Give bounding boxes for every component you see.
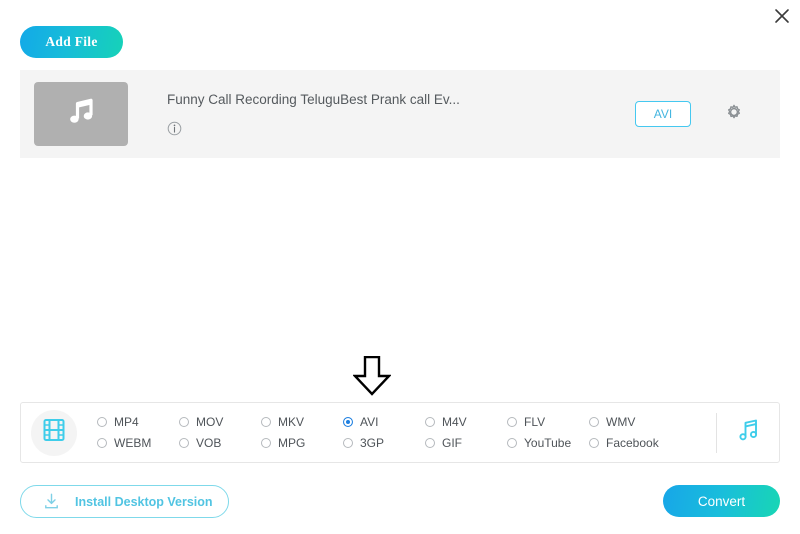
format-option-3gp[interactable]: 3GP <box>343 433 425 454</box>
format-option-m4v[interactable]: M4V <box>425 412 507 433</box>
download-icon <box>42 492 61 511</box>
format-option-label: MOV <box>196 415 224 429</box>
format-options-grid: MP4 MOV MKV AVI M4V FLV WMV WEBM VOB MPG… <box>97 412 716 454</box>
video-formats-tab[interactable] <box>31 409 77 456</box>
format-option-label: FLV <box>524 415 546 429</box>
convert-button[interactable]: Convert <box>663 485 780 517</box>
radio-icon <box>97 417 107 427</box>
format-option-youtube[interactable]: YouTube <box>507 433 589 454</box>
format-option-facebook[interactable]: Facebook <box>589 433 671 454</box>
file-title: Funny Call Recording TeluguBest Prank ca… <box>167 92 460 107</box>
add-file-button[interactable]: Add File <box>20 26 123 58</box>
file-settings-button[interactable] <box>721 101 747 127</box>
format-option-mkv[interactable]: MKV <box>261 412 343 433</box>
radio-icon <box>97 438 107 448</box>
file-thumbnail <box>34 82 128 146</box>
format-option-label: WMV <box>606 415 636 429</box>
video-converter-window: Add File Funny Call Recording TeluguBest… <box>0 0 800 534</box>
format-selection-panel: MP4 MOV MKV AVI M4V FLV WMV WEBM VOB MPG… <box>20 402 780 463</box>
radio-icon <box>507 438 517 448</box>
format-option-label: MKV <box>278 415 305 429</box>
format-option-label: MPG <box>278 436 306 450</box>
format-option-mpg[interactable]: MPG <box>261 433 343 454</box>
audio-formats-tab[interactable] <box>717 417 779 448</box>
radio-icon <box>589 438 599 448</box>
output-format-badge[interactable]: AVI <box>635 101 691 127</box>
radio-icon <box>507 417 517 427</box>
format-option-wmv[interactable]: WMV <box>589 412 671 433</box>
add-file-label: Add File <box>45 34 98 49</box>
radio-icon <box>179 438 189 448</box>
radio-icon-selected <box>343 417 353 427</box>
music-note-icon <box>735 417 761 448</box>
format-option-flv[interactable]: FLV <box>507 412 589 433</box>
radio-icon <box>425 417 435 427</box>
radio-icon <box>343 438 353 448</box>
film-strip-icon <box>41 417 67 448</box>
close-button[interactable] <box>768 2 796 30</box>
format-option-label: YouTube <box>524 436 572 450</box>
radio-icon <box>589 417 599 427</box>
format-option-mp4[interactable]: MP4 <box>97 412 179 433</box>
output-format-label: AVI <box>653 107 673 121</box>
annotation-arrow <box>352 355 392 396</box>
radio-icon <box>261 438 271 448</box>
format-option-label: M4V <box>442 415 467 429</box>
format-option-label: AVI <box>360 415 379 429</box>
format-option-label: MP4 <box>114 415 139 429</box>
radio-icon <box>261 417 271 427</box>
close-icon <box>772 6 792 26</box>
format-option-label: GIF <box>442 436 462 450</box>
radio-icon <box>425 438 435 448</box>
format-option-label: 3GP <box>360 436 385 450</box>
file-list-item[interactable]: Funny Call Recording TeluguBest Prank ca… <box>20 70 780 158</box>
install-desktop-version-button[interactable]: Install Desktop Version <box>20 485 229 518</box>
format-option-gif[interactable]: GIF <box>425 433 507 454</box>
music-note-icon <box>63 94 99 135</box>
radio-icon <box>179 417 189 427</box>
down-arrow-icon <box>352 355 392 400</box>
convert-label: Convert <box>697 493 746 509</box>
format-option-vob[interactable]: VOB <box>179 433 261 454</box>
install-desktop-version-label: Install Desktop Version <box>75 494 213 509</box>
info-icon[interactable] <box>167 121 182 136</box>
format-option-label: VOB <box>196 436 222 450</box>
format-option-label: WEBM <box>114 436 152 450</box>
format-option-mov[interactable]: MOV <box>179 412 261 433</box>
format-option-label: Facebook <box>606 436 659 450</box>
format-option-avi[interactable]: AVI <box>343 412 425 433</box>
gear-icon <box>723 101 745 128</box>
format-option-webm[interactable]: WEBM <box>97 433 179 454</box>
file-meta: Funny Call Recording TeluguBest Prank ca… <box>167 92 635 136</box>
